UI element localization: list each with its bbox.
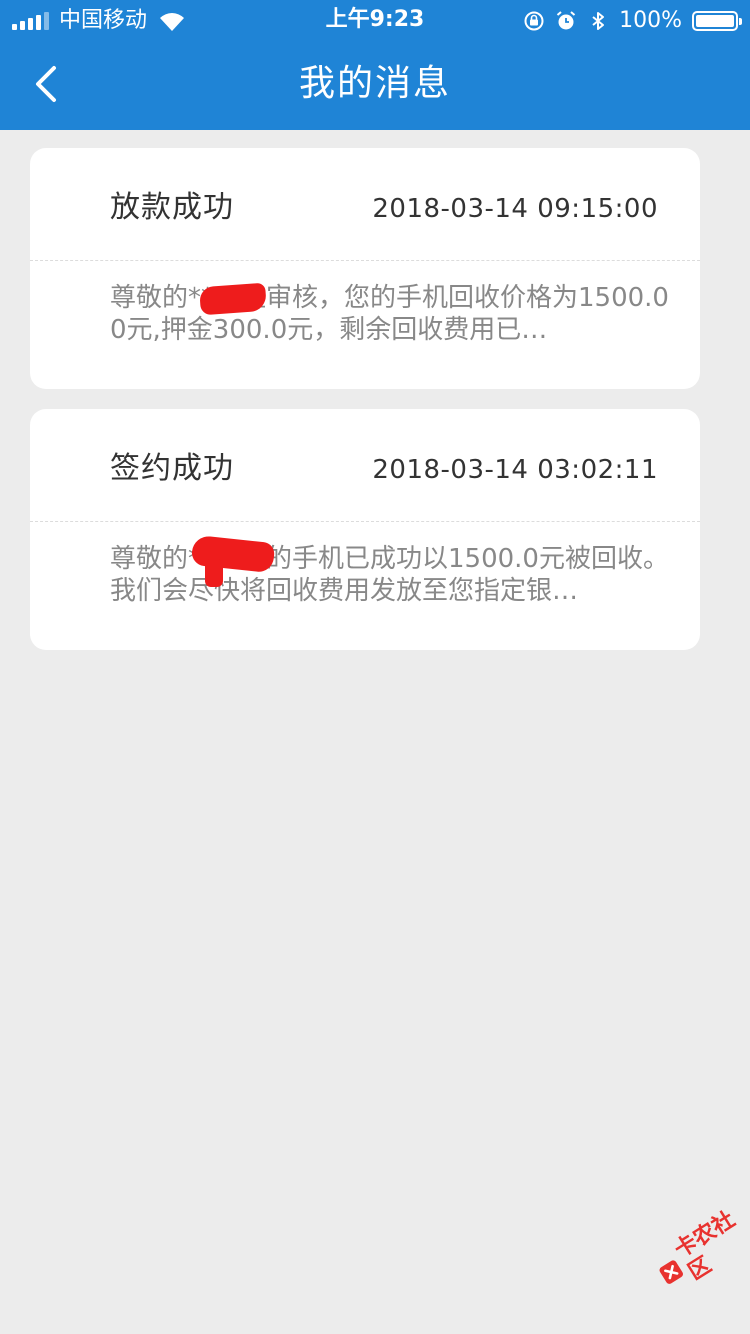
message-card-header: 签约成功 2018-03-14 03:02:11 <box>30 409 700 521</box>
battery-percent: 100% <box>619 8 682 33</box>
page-title: 我的消息 <box>298 63 451 104</box>
message-card-header: 放款成功 2018-03-14 09:15:00 <box>30 148 700 260</box>
message-card[interactable]: 签约成功 2018-03-14 03:02:11 尊敬的**，您的手机已成功以1… <box>30 409 700 650</box>
status-bar: 中国移动 上午9:23 100% <box>0 0 750 40</box>
message-timestamp: 2018-03-14 03:02:11 <box>372 455 658 485</box>
message-timestamp: 2018-03-14 09:15:00 <box>372 194 658 224</box>
message-title: 放款成功 <box>110 190 234 225</box>
nav-bar: 我的消息 <box>0 40 750 130</box>
rotation-lock-icon <box>524 11 544 31</box>
dashed-divider <box>30 260 700 261</box>
status-bar-right: 100% <box>523 6 742 36</box>
dashed-divider <box>30 521 700 522</box>
message-card[interactable]: 放款成功 2018-03-14 09:15:00 尊敬的**，经审核，您的手机回… <box>30 148 700 389</box>
watermark-logo: 卡农社区 <box>648 1202 750 1300</box>
battery-icon <box>692 11 742 31</box>
header: 中国移动 上午9:23 100% 我的消息 <box>0 0 750 130</box>
alarm-icon <box>556 11 576 30</box>
bluetooth-icon <box>592 12 605 30</box>
message-preview: 尊敬的**，经审核，您的手机回收价格为1500.00元,押金300.0元，剩余回… <box>110 283 669 345</box>
app-screen: 中国移动 上午9:23 100% 我的消息 放款成功 2018-03-14 09… <box>0 0 750 1334</box>
redaction-mark <box>205 559 223 587</box>
message-title: 签约成功 <box>110 451 234 486</box>
